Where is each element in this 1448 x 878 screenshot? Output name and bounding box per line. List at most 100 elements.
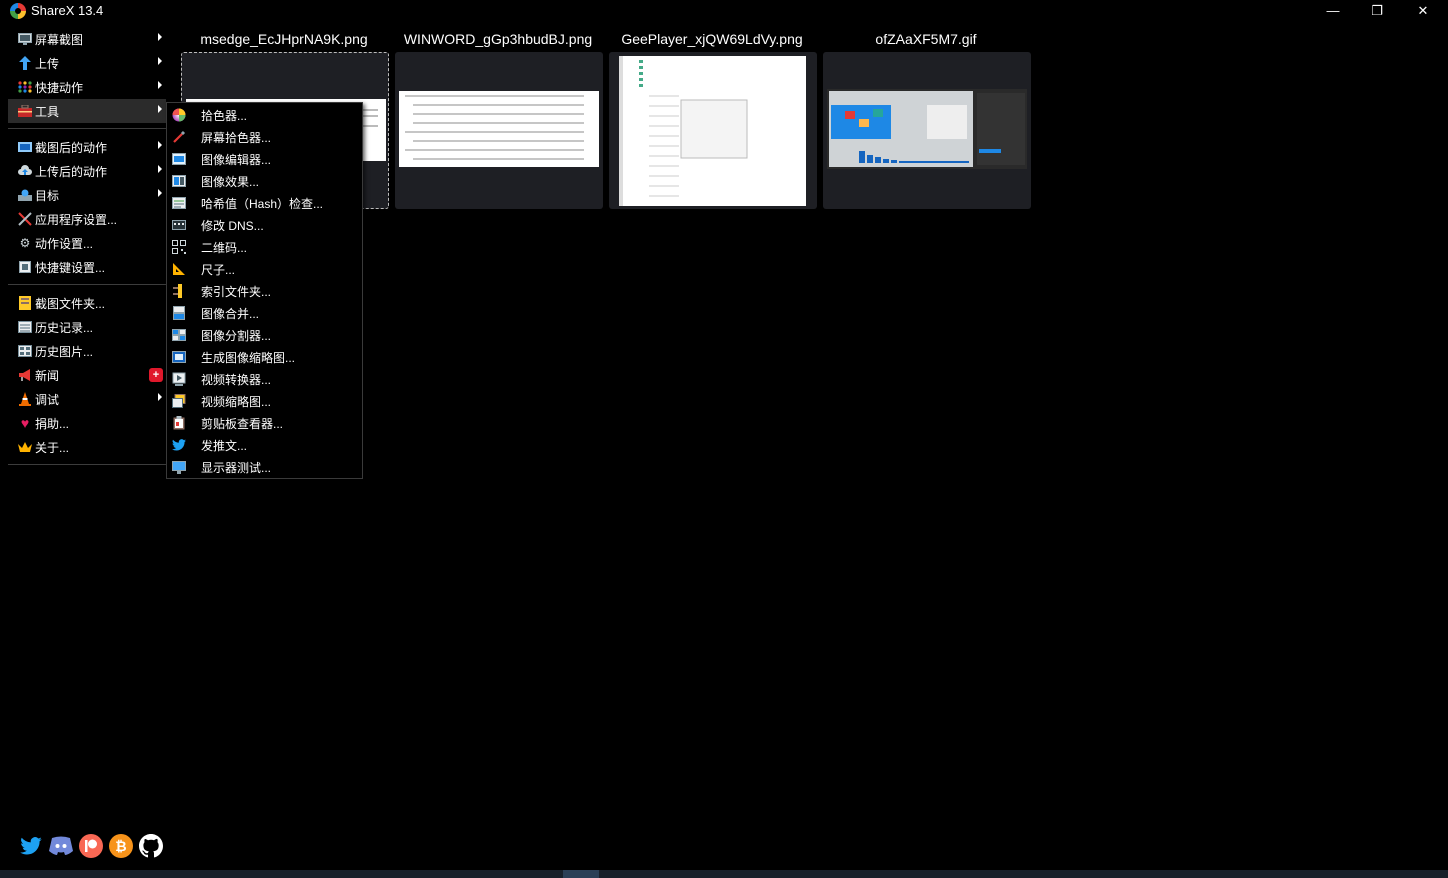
thumbnail-filename[interactable]: GeePlayer_xjQW69LdVy.png — [608, 31, 816, 47]
after-capture-icon — [17, 140, 33, 154]
menu-item-label: 目标 — [35, 188, 60, 203]
thumbnail-card[interactable] — [395, 52, 603, 209]
submenu-arrow-icon — [158, 33, 162, 41]
submenu-item-color-picker[interactable]: 拾色器... — [167, 104, 362, 126]
submenu-item-image-editor[interactable]: 图像编辑器... — [167, 148, 362, 170]
qr-code-icon — [171, 239, 187, 255]
submenu-item-qr-code[interactable]: 二维码... — [167, 236, 362, 258]
title-bar: ShareX 13.4 — ❐ ✕ — [0, 0, 1448, 23]
menu-item-label: 历史记录... — [35, 320, 94, 335]
submenu-item-label: 尺子... — [201, 262, 236, 277]
menu-item-label: 捐助... — [35, 416, 70, 431]
menu-item-capture[interactable]: 屏幕截图 — [8, 27, 166, 51]
menu-item-label: 上传 — [35, 56, 60, 71]
menu-item-news[interactable]: 新闻 + — [8, 363, 166, 387]
window-left-edge — [0, 23, 8, 878]
bitcoin-icon[interactable]: ₿ — [109, 834, 133, 858]
twitter-icon[interactable] — [19, 834, 43, 858]
folder-icon — [17, 296, 33, 310]
grid-dots-icon — [17, 80, 33, 94]
submenu-item-label: 哈希值（Hash）检查... — [201, 196, 324, 211]
thumbnail-filename[interactable]: ofZAaXF5M7.gif — [822, 31, 1030, 47]
menu-item-tools[interactable]: 工具 — [8, 99, 166, 123]
submenu-item-video-thumbnailer[interactable]: 视频缩略图... — [167, 390, 362, 412]
tools-submenu: 拾色器... 屏幕拾色器... 图像编辑器... 图像效果... 哈希值（Has… — [166, 102, 363, 479]
submenu-item-clipboard-viewer[interactable]: 剪贴板查看器... — [167, 412, 362, 434]
menu-item-destinations[interactable]: 目标 — [8, 183, 166, 207]
patreon-icon[interactable] — [79, 834, 103, 858]
menu-item-label: 上传后的动作 — [35, 164, 108, 179]
menu-item-label: 工具 — [35, 104, 60, 119]
submenu-item-dns-changer[interactable]: 修改 DNS... — [167, 214, 362, 236]
restore-button[interactable]: ❐ — [1354, 0, 1400, 23]
submenu-item-tweet[interactable]: 发推文... — [167, 434, 362, 456]
submenu-item-ruler[interactable]: 尺子... — [167, 258, 362, 280]
image-splitter-icon — [171, 327, 187, 343]
menu-item-about[interactable]: 关于... — [8, 435, 166, 459]
submenu-arrow-icon — [158, 189, 162, 197]
submenu-arrow-icon — [158, 141, 162, 149]
eyedropper-icon — [171, 129, 187, 145]
submenu-item-hash-check[interactable]: 哈希值（Hash）检查... — [167, 192, 362, 214]
monitor-capture-icon — [17, 32, 33, 46]
color-wheel-icon — [171, 107, 187, 123]
submenu-item-image-combiner[interactable]: 图像合并... — [167, 302, 362, 324]
menu-item-app-settings[interactable]: 应用程序设置... — [8, 207, 166, 231]
submenu-item-label: 修改 DNS... — [201, 218, 264, 233]
index-folder-icon — [171, 283, 187, 299]
thumbnail-card[interactable] — [609, 52, 817, 209]
thumbnail-filename[interactable]: msedge_EcJHprNA9K.png — [180, 31, 388, 47]
thumbnail-card[interactable] — [823, 52, 1031, 209]
ruler-icon — [171, 261, 187, 277]
submenu-item-image-effects[interactable]: 图像效果... — [167, 170, 362, 192]
submenu-item-label: 索引文件夹... — [201, 284, 272, 299]
menu-item-image-history[interactable]: 历史图片... — [8, 339, 166, 363]
submenu-item-image-splitter[interactable]: 图像分割器... — [167, 324, 362, 346]
menu-item-upload[interactable]: 上传 — [8, 51, 166, 75]
destination-icon — [17, 188, 33, 202]
submenu-item-label: 图像分割器... — [201, 328, 272, 343]
close-button[interactable]: ✕ — [1400, 0, 1446, 23]
menu-item-donate[interactable]: ♥ 捐助... — [8, 411, 166, 435]
tools-icon — [17, 212, 33, 226]
monitor-test-icon — [171, 459, 187, 475]
menu-item-label: 屏幕截图 — [35, 32, 84, 47]
submenu-item-video-converter[interactable]: 视频转换器... — [167, 368, 362, 390]
megaphone-icon — [17, 368, 33, 382]
menu-item-task-settings[interactable]: ⚙ 动作设置... — [8, 231, 166, 255]
submenu-item-image-thumbnailer[interactable]: 生成图像缩略图... — [167, 346, 362, 368]
gear-icon: ⚙ — [19, 236, 31, 250]
menu-item-label: 快捷动作 — [35, 80, 84, 95]
submenu-item-index-folder[interactable]: 索引文件夹... — [167, 280, 362, 302]
taskbar-active-app[interactable] — [563, 870, 599, 878]
submenu-item-label: 图像合并... — [201, 306, 260, 321]
menu-item-label: 调试 — [35, 392, 60, 407]
menu-item-screenshots-folder[interactable]: 截图文件夹... — [8, 291, 166, 315]
image-history-icon — [17, 344, 33, 358]
thumbnail-filename[interactable]: WINWORD_gGp3hbudBJ.png — [394, 31, 602, 47]
video-converter-icon — [171, 371, 187, 387]
submenu-item-monitor-test[interactable]: 显示器测试... — [167, 456, 362, 478]
menu-item-label: 应用程序设置... — [35, 212, 118, 227]
discord-icon[interactable] — [49, 834, 73, 858]
menu-item-history[interactable]: 历史记录... — [8, 315, 166, 339]
minimize-button[interactable]: — — [1310, 0, 1356, 23]
taskbar — [0, 870, 1448, 878]
github-icon[interactable] — [139, 834, 163, 858]
menu-item-label: 截图后的动作 — [35, 140, 108, 155]
submenu-item-screen-color-picker[interactable]: 屏幕拾色器... — [167, 126, 362, 148]
menu-item-after-capture[interactable]: 截图后的动作 — [8, 135, 166, 159]
sharex-logo-icon — [10, 3, 26, 19]
heart-icon: ♥ — [20, 415, 30, 431]
menu-item-label: 关于... — [35, 440, 70, 455]
menu-item-debug[interactable]: 调试 — [8, 387, 166, 411]
image-editor-icon — [171, 151, 187, 167]
thumbnail-image — [399, 91, 599, 167]
dns-icon — [171, 217, 187, 233]
menu-separator — [8, 128, 166, 129]
image-combiner-icon — [171, 305, 187, 321]
menu-item-workflows[interactable]: 快捷动作 — [8, 75, 166, 99]
menu-item-after-upload[interactable]: 上传后的动作 — [8, 159, 166, 183]
cloud-upload-icon — [17, 164, 33, 178]
menu-item-hotkey-settings[interactable]: 快捷键设置... — [8, 255, 166, 279]
